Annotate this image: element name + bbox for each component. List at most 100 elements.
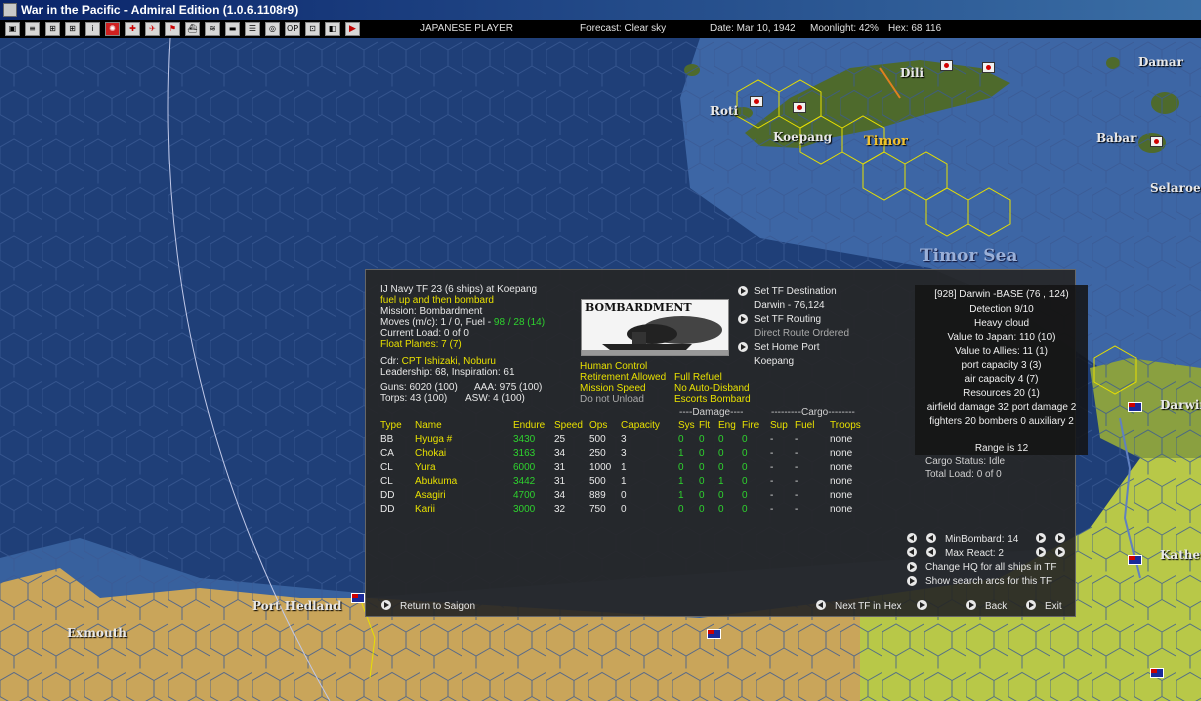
radar-icon[interactable]: ◎ <box>265 22 280 36</box>
japanese-unit-icon[interactable] <box>940 60 953 71</box>
ground-icon[interactable]: ✈ <box>145 22 160 36</box>
report2-icon[interactable]: ⊡ <box>305 22 320 36</box>
table-row[interactable]: BB Hyuga # 3430 25 500 3 0 0 0 0 - - non… <box>380 432 875 446</box>
change-hq-button[interactable]: Change HQ for all ships in TF <box>925 562 1057 573</box>
next-tf-arrow-icon[interactable] <box>917 600 927 610</box>
allied-flag-icon[interactable] <box>1128 555 1142 565</box>
min-bombard-decrease-icon[interactable] <box>926 533 936 543</box>
tf-commander-name[interactable]: CPT Ishizaki, Noburu <box>402 356 496 367</box>
ships-icon[interactable]: ⊞ <box>45 22 60 36</box>
col-flt[interactable]: Flt <box>699 418 718 432</box>
air-icon[interactable]: ✚ <box>125 22 140 36</box>
sub-icon[interactable]: ▬ <box>225 22 240 36</box>
ship-name[interactable]: Hyuga # <box>415 432 513 446</box>
japanese-unit-icon[interactable] <box>1150 136 1163 147</box>
place-darwin[interactable]: Darwin <box>1160 398 1201 412</box>
mission-speed-toggle[interactable]: Mission Speed <box>580 383 646 394</box>
min-bombard-fast-decrease-icon[interactable] <box>907 533 917 543</box>
max-react-increase-icon[interactable] <box>1036 547 1046 557</box>
max-react-value: Max React: 2 <box>945 548 1004 559</box>
max-react-fast-decrease-icon[interactable] <box>907 547 917 557</box>
col-troops[interactable]: Troops <box>830 418 875 432</box>
col-name[interactable]: Name <box>415 418 513 432</box>
report-icon[interactable]: ≡ <box>25 22 40 36</box>
col-speed[interactable]: Speed <box>554 418 589 432</box>
table-row[interactable]: DD Karii 3000 32 750 0 0 0 0 0 - - none <box>380 502 875 516</box>
place-timor: Timor <box>864 134 908 149</box>
prev-tf-arrow-icon[interactable] <box>816 600 826 610</box>
ship-icon[interactable]: ⛴ <box>185 22 200 36</box>
next-tf-in-hex-button[interactable]: Next TF in Hex <box>835 601 902 612</box>
col-sup[interactable]: Sup <box>770 418 795 432</box>
change-hq-arrow-icon[interactable] <box>907 562 917 572</box>
rising-sun-icon[interactable]: ✺ <box>105 22 120 36</box>
allied-flag-icon[interactable] <box>1128 402 1142 412</box>
date-label: Date: Mar 10, 1942 <box>710 23 796 34</box>
japanese-tf-icon[interactable] <box>793 102 806 113</box>
base-icon[interactable]: ≋ <box>205 22 220 36</box>
tf-float-planes[interactable]: Float Planes: 7 (7) <box>380 339 462 350</box>
ship-name[interactable]: Chokai <box>415 446 513 460</box>
table-row[interactable]: CL Abukuma 3442 31 500 1 1 0 1 0 - - non… <box>380 474 875 488</box>
escorts-bombard-toggle[interactable]: Escorts Bombard <box>674 394 751 405</box>
info-icon[interactable]: i <box>85 22 100 36</box>
min-bombard-increase-icon[interactable] <box>1036 533 1046 543</box>
table-row[interactable]: CA Chokai 3163 34 250 3 1 0 0 0 - - none <box>380 446 875 460</box>
min-bombard-fast-increase-icon[interactable] <box>1055 533 1065 543</box>
back-arrow-icon[interactable] <box>966 600 976 610</box>
allied-flag-icon[interactable] <box>1150 668 1164 678</box>
ship-name[interactable]: Asagiri <box>415 488 513 502</box>
set-home-port-button[interactable]: Set Home Port <box>754 342 820 353</box>
total-load: Total Load: 0 of 0 <box>925 469 1002 480</box>
full-refuel-toggle[interactable]: Full Refuel <box>674 372 722 383</box>
list-icon[interactable]: ▣ <box>5 22 20 36</box>
base-value-allies: Value to Allies: 11 (1) <box>954 346 1048 357</box>
end-turn-icon[interactable]: ▶ <box>345 22 360 36</box>
table-row[interactable]: DD Asagiri 4700 34 889 0 1 0 0 0 - - non… <box>380 488 875 502</box>
convoy-icon[interactable]: ☰ <box>245 22 260 36</box>
col-fire[interactable]: Fire <box>742 418 770 432</box>
set-destination-button[interactable]: Set TF Destination <box>754 286 837 297</box>
allied-flag-icon[interactable] <box>351 593 365 603</box>
return-arrow-icon[interactable] <box>381 600 391 610</box>
unload-toggle[interactable]: Do not Unload <box>580 394 644 405</box>
col-ops[interactable]: Ops <box>589 418 621 432</box>
op-icon[interactable]: OP <box>285 22 300 36</box>
ship-speed: 31 <box>554 461 566 473</box>
col-endure[interactable]: Endure <box>513 418 554 432</box>
human-control-toggle[interactable]: Human Control <box>580 361 647 372</box>
auto-disband-toggle[interactable]: No Auto-Disband <box>674 383 750 394</box>
retirement-toggle[interactable]: Retirement Allowed <box>580 372 666 383</box>
flag-icon[interactable]: ⚑ <box>165 22 180 36</box>
col-sys[interactable]: Sys <box>678 418 699 432</box>
set-destination-arrow-icon[interactable] <box>738 286 748 296</box>
exit-arrow-icon[interactable] <box>1026 600 1036 610</box>
planes-icon[interactable]: ⊞ <box>65 22 80 36</box>
allied-flag-icon[interactable] <box>707 629 721 639</box>
options-icon[interactable]: ◧ <box>325 22 340 36</box>
back-button[interactable]: Back <box>985 601 1007 612</box>
set-routing-arrow-icon[interactable] <box>738 314 748 324</box>
japanese-base-icon[interactable] <box>750 96 763 107</box>
col-eng[interactable]: Eng <box>718 418 742 432</box>
max-react-fast-increase-icon[interactable] <box>1055 547 1065 557</box>
base-info-tooltip: [928] Darwin -BASE (76 , 124) Detection … <box>915 285 1088 455</box>
exit-button[interactable]: Exit <box>1045 601 1062 612</box>
ship-name[interactable]: Abukuma <box>415 474 513 488</box>
table-row[interactable]: CL Yura 6000 31 1000 1 0 0 0 0 - - none <box>380 460 875 474</box>
col-fuel[interactable]: Fuel <box>795 418 830 432</box>
show-search-arcs-arrow-icon[interactable] <box>907 576 917 586</box>
ship-name[interactable]: Yura <box>415 460 513 474</box>
col-capacity[interactable]: Capacity <box>621 418 678 432</box>
return-to-base-button[interactable]: Return to Saigon <box>400 601 475 612</box>
destination-value: Darwin - 76,124 <box>754 300 825 311</box>
show-search-arcs-button[interactable]: Show search arcs for this TF <box>925 576 1052 587</box>
japanese-unit-icon[interactable] <box>982 62 995 73</box>
set-home-port-arrow-icon[interactable] <box>738 342 748 352</box>
tf-orders[interactable]: fuel up and then bombard <box>380 295 494 306</box>
max-react-decrease-icon[interactable] <box>926 547 936 557</box>
ship-name[interactable]: Karii <box>415 502 513 516</box>
place-koepang[interactable]: Koepang <box>773 130 832 144</box>
col-type[interactable]: Type <box>380 418 415 432</box>
set-routing-button[interactable]: Set TF Routing <box>754 314 821 325</box>
